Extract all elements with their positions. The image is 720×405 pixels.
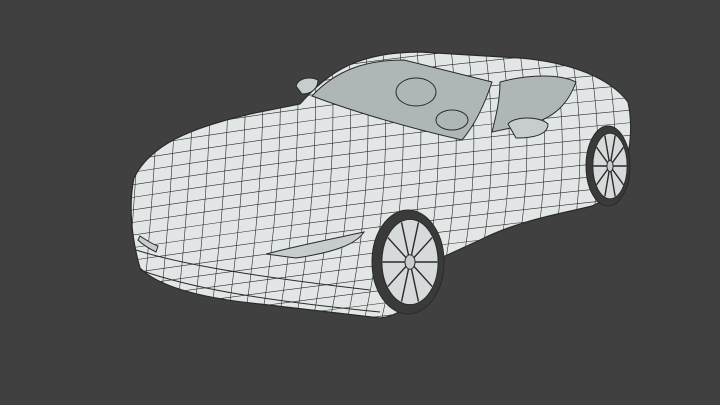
rear-wheel	[585, 125, 631, 207]
3d-viewport[interactable]	[0, 0, 720, 405]
hub	[606, 159, 614, 173]
mesh-line	[90, 40, 110, 330]
car-wireframe-render	[90, 40, 632, 330]
mesh-line	[107, 40, 127, 330]
hub	[404, 254, 416, 270]
front-wheel	[371, 209, 445, 315]
